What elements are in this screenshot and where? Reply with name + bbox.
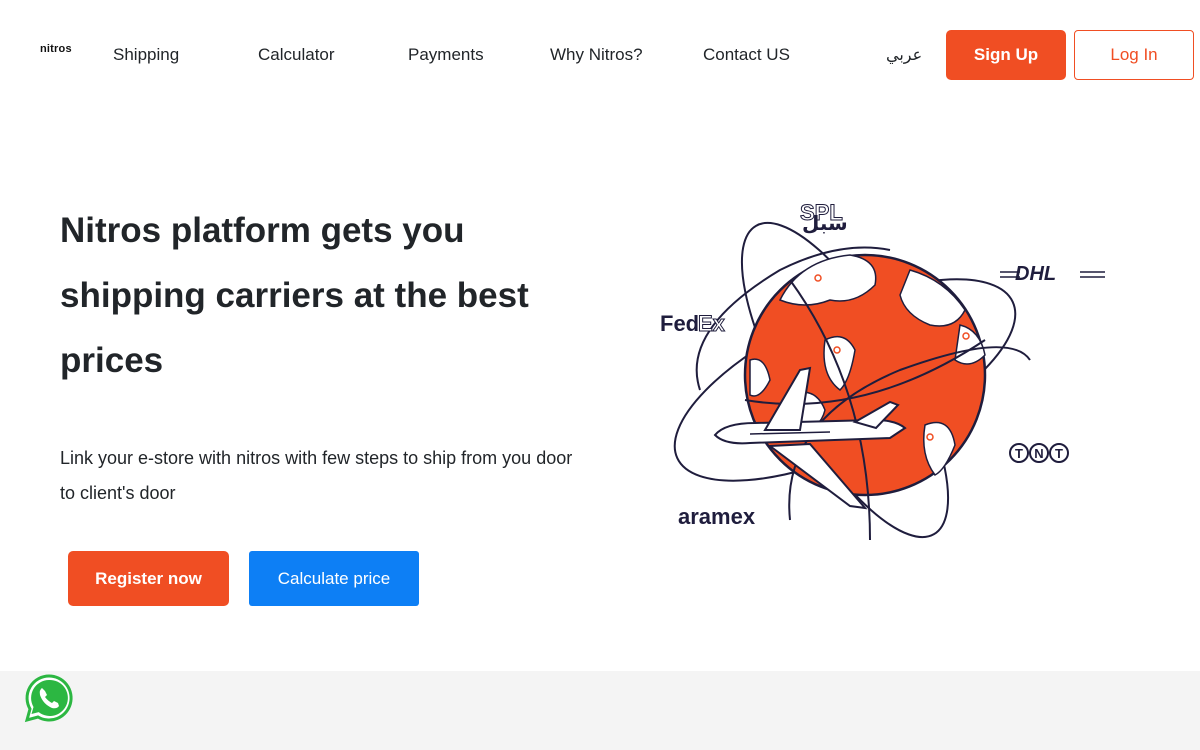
nav-link-payments[interactable]: Payments [408,45,484,65]
dhl-logo: DHL [1000,263,1105,285]
fedex-logo: Fed Ex [660,311,726,337]
whatsapp-icon[interactable] [24,673,74,723]
nav-link-why-nitros[interactable]: Why Nitros? [550,45,643,65]
calculate-price-button[interactable]: Calculate price [249,551,419,606]
dhl-text: DHL [1015,263,1056,285]
nav-link-shipping[interactable]: Shipping [113,45,179,65]
fedex-fed-text: Fed [660,311,699,336]
top-navbar: nitros Shipping Calculator Payments Why … [0,0,1200,108]
register-now-button[interactable]: Register now [68,551,229,606]
language-switch[interactable]: عربي [886,45,922,65]
nitros-logo[interactable]: nitros [40,43,72,55]
tnt-letter: N [1034,446,1043,461]
login-button[interactable]: Log In [1074,30,1194,80]
fedex-ex-text: Ex [698,311,726,336]
tnt-logo: T N T [1009,443,1069,463]
tnt-letter: T [1015,446,1023,461]
globe-illustration: SPL سبل DHL Fed Ex T N T aramex [660,200,1105,541]
hero-subtitle: Link your e-store with nitros with few s… [60,448,573,503]
nav-link-contact[interactable]: Contact US [703,45,790,65]
footer-band [0,671,1200,750]
nav-link-calculator[interactable]: Calculator [258,45,335,65]
signup-button[interactable]: Sign Up [946,30,1066,80]
spl-arabic-logo: سبل [802,211,848,235]
aramex-logo: aramex [678,504,756,529]
hero-title: Nitros platform gets you shipping carrie… [60,211,529,380]
tnt-letter: T [1055,446,1063,461]
